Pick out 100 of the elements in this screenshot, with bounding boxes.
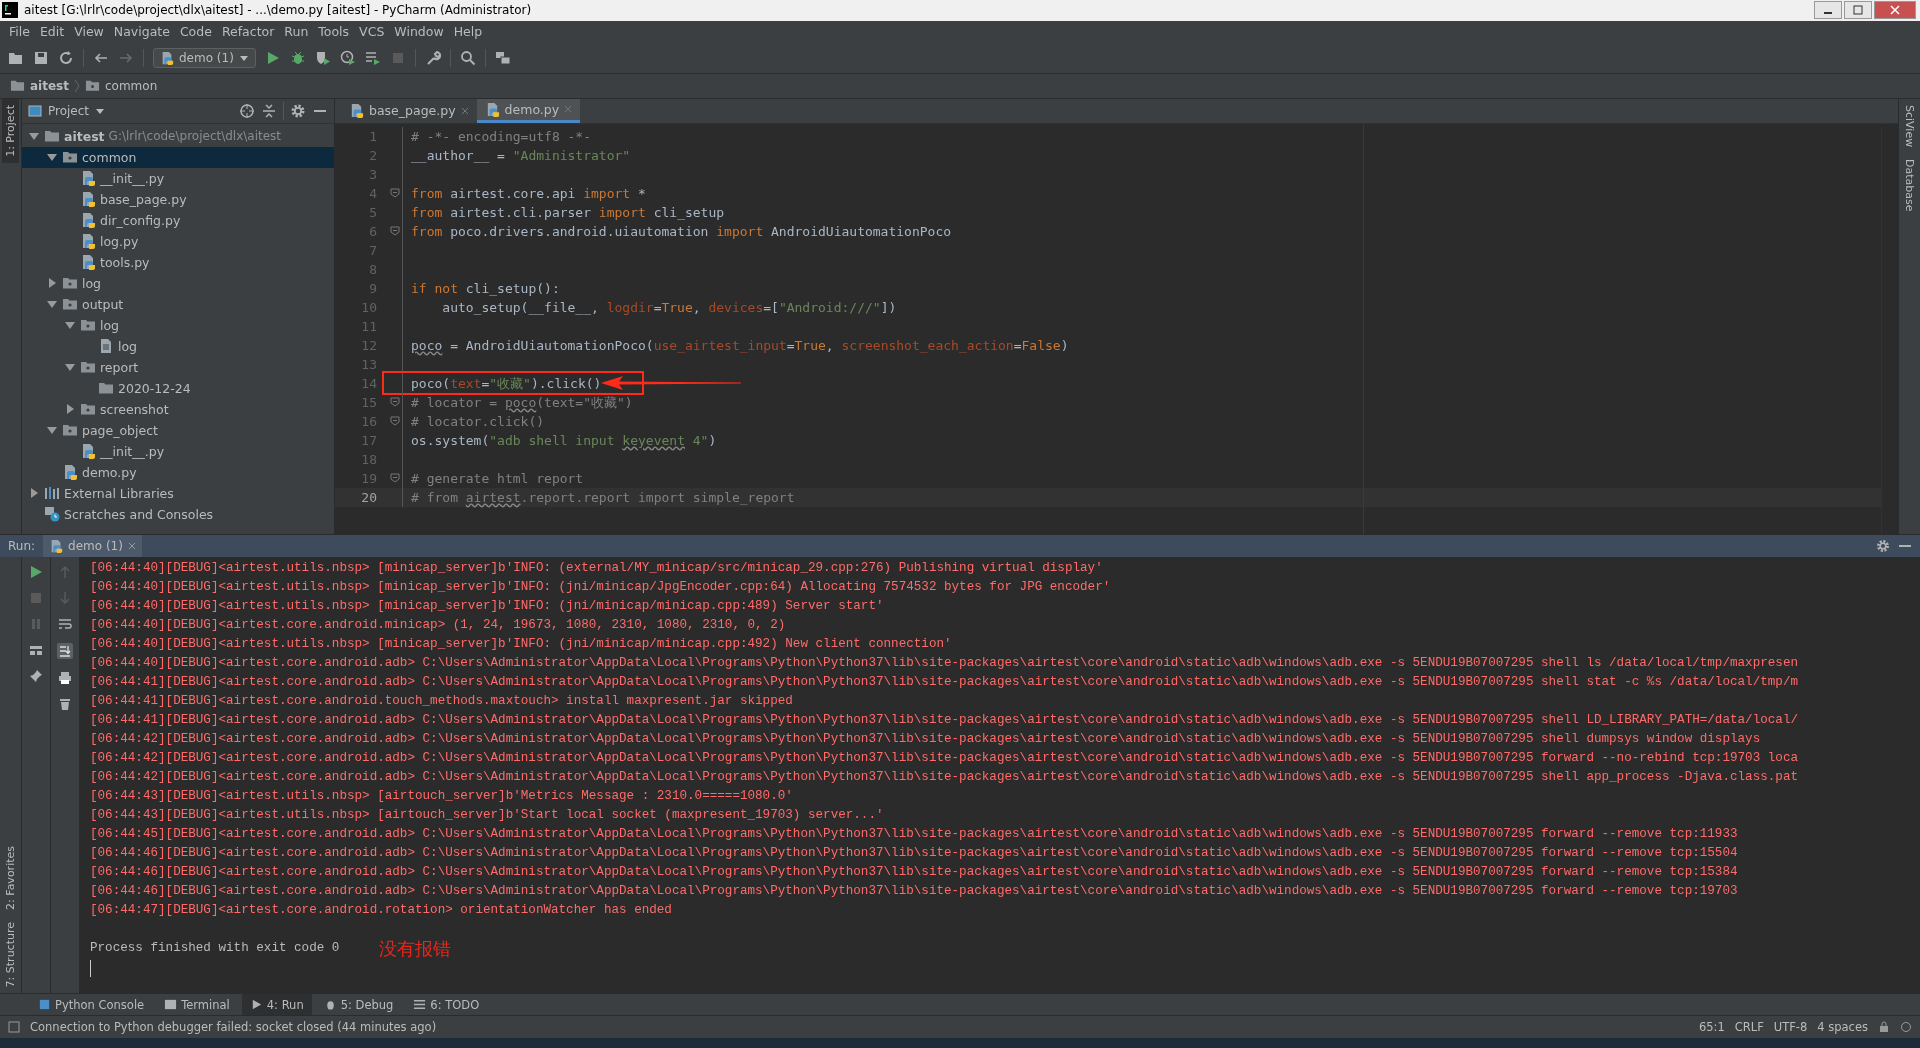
folder-icon bbox=[84, 78, 100, 94]
collapsed-arrow-icon[interactable] bbox=[28, 487, 40, 500]
search-icon[interactable] bbox=[459, 49, 476, 66]
tree-item[interactable]: report bbox=[22, 356, 334, 378]
tool-window-button[interactable]: Python Console bbox=[30, 994, 153, 1016]
rerun-icon[interactable] bbox=[29, 565, 43, 580]
close-icon[interactable] bbox=[127, 542, 136, 551]
folder-icon bbox=[62, 296, 78, 313]
print-icon[interactable] bbox=[58, 671, 72, 686]
editor-tab[interactable]: base_page.py bbox=[341, 98, 477, 123]
collapsed-arrow-icon[interactable] bbox=[64, 403, 76, 416]
tree-item[interactable]: log bbox=[22, 335, 334, 357]
line-number: 16 bbox=[360, 413, 377, 429]
status-item[interactable]: 4 spaces bbox=[1817, 1020, 1868, 1035]
layout-icon[interactable] bbox=[29, 643, 43, 658]
bug-icon[interactable] bbox=[289, 49, 306, 66]
scratch-icon bbox=[44, 506, 60, 523]
fold-marker-icon[interactable] bbox=[390, 416, 400, 427]
menu-item[interactable]: Edit bbox=[34, 24, 70, 40]
menu-item[interactable]: File bbox=[4, 24, 35, 40]
tree-item[interactable]: tools.py bbox=[22, 251, 334, 273]
tool-window-tab[interactable]: 7: Structure bbox=[2, 915, 19, 994]
settings-icon[interactable] bbox=[1876, 539, 1890, 554]
tool-window-button[interactable]: 6: TODO bbox=[405, 994, 488, 1016]
tree-item[interactable]: output bbox=[22, 293, 334, 315]
menu-item[interactable]: Tools bbox=[313, 24, 355, 40]
log-line: [06:44:42][DEBUG]<airtest.core.android.adb> C:\Users\Administrator\AppData\Local\Programs\Python\Python37\lib\site-packages\airtest\core\android\static\adb\windows\adb.exe -s 5ENDU19B07007295 shell app_process -Djava.class.pat bbox=[90, 769, 1799, 787]
menu-item[interactable]: VCS bbox=[354, 24, 390, 40]
menu-item[interactable]: Window bbox=[389, 24, 449, 40]
tool-window-button[interactable]: Terminal bbox=[156, 994, 238, 1016]
tree-item[interactable]: aitest G:\lrlr\code\project\dlx\aitest bbox=[22, 125, 334, 147]
run-tab[interactable]: demo (1) bbox=[43, 535, 142, 558]
status-item[interactable]: CRLF bbox=[1734, 1020, 1764, 1035]
lock-icon[interactable] bbox=[1878, 1021, 1890, 1034]
line-number: 3 bbox=[368, 166, 377, 182]
tree-item[interactable]: screenshot bbox=[22, 398, 334, 420]
tree-item[interactable]: log.py bbox=[22, 230, 334, 252]
menu-item[interactable]: Navigate bbox=[108, 24, 175, 40]
code-line: # locator.click() bbox=[410, 412, 545, 431]
menu-item[interactable]: Code bbox=[174, 24, 217, 40]
line-number: 2 bbox=[368, 147, 377, 163]
line-number: 6 bbox=[368, 223, 377, 239]
app-logo-icon bbox=[2, 2, 18, 19]
close-icon[interactable] bbox=[1874, 1, 1916, 20]
menu-item[interactable]: View bbox=[69, 24, 109, 40]
locate-icon[interactable] bbox=[239, 102, 255, 119]
breadcrumb-item[interactable]: aitest bbox=[10, 78, 69, 94]
menu-item[interactable]: Help bbox=[448, 24, 488, 40]
collapsed-arrow-icon[interactable] bbox=[46, 277, 58, 290]
project-view-dropdown[interactable]: Project bbox=[28, 103, 106, 118]
line-number: 18 bbox=[360, 451, 377, 467]
trash-icon[interactable] bbox=[58, 697, 72, 712]
tree-item[interactable]: __init__.py bbox=[22, 167, 334, 189]
fold-marker-icon[interactable] bbox=[390, 397, 400, 408]
scroll-to-end-icon[interactable] bbox=[57, 643, 73, 660]
window-title: aitest [G:\lrlr\code\project\dlx\aitest] - ...\demo.py [aitest] - PyCharm (Administrator) bbox=[24, 3, 533, 18]
settings-icon[interactable] bbox=[290, 102, 306, 119]
save-icon[interactable] bbox=[33, 49, 49, 66]
tool-window-tab[interactable]: SciView bbox=[1901, 98, 1918, 153]
tree-item[interactable]: Scratches and Consoles bbox=[22, 503, 334, 525]
menu-item[interactable]: Refactor bbox=[216, 24, 280, 40]
breadcrumb-item[interactable]: common bbox=[84, 78, 158, 94]
tool-window-tab[interactable]: 2: Favorites bbox=[2, 839, 19, 916]
tree-item[interactable]: common bbox=[22, 146, 334, 168]
tree-item[interactable]: log bbox=[22, 314, 334, 336]
editor-tab[interactable]: demo.py bbox=[476, 98, 581, 123]
tree-item[interactable]: log bbox=[22, 272, 334, 294]
shield-run-icon[interactable] bbox=[314, 49, 331, 66]
minimize-icon[interactable] bbox=[1814, 1, 1842, 20]
status-item[interactable]: UTF-8 bbox=[1773, 1020, 1808, 1035]
fold-marker-icon[interactable] bbox=[390, 226, 400, 237]
collapse-all-icon[interactable] bbox=[261, 102, 277, 119]
tree-item[interactable]: base_page.py bbox=[22, 188, 334, 210]
refresh-icon[interactable] bbox=[58, 49, 74, 66]
tree-item[interactable]: dir_config.py bbox=[22, 209, 334, 231]
log-line: [06:44:42][DEBUG]<airtest.core.android.adb> C:\Users\Administrator\AppData\Local\Programs\Python\Python37\lib\site-packages\airtest\core\android\static\adb\windows\adb.exe -s 5ENDU19B07007295 shell dumpsys window displays bbox=[90, 731, 1762, 749]
fold-marker-icon[interactable] bbox=[390, 473, 400, 484]
code-line: auto_setup(__file__, logdir=True, devices=["Android:///"]) bbox=[441, 298, 897, 317]
python-file-icon bbox=[62, 464, 78, 481]
tree-item[interactable]: External Libraries bbox=[22, 482, 334, 504]
clock-run-icon[interactable] bbox=[339, 49, 356, 66]
run-list-icon[interactable] bbox=[364, 49, 381, 66]
status-item[interactable]: 65:1 bbox=[1698, 1020, 1725, 1035]
tree-item[interactable]: page_object bbox=[22, 419, 334, 441]
code-line: os.system("adb shell input keyevent 4") bbox=[410, 431, 717, 450]
tool-window-tab[interactable]: Database bbox=[1901, 152, 1918, 218]
close-icon[interactable] bbox=[460, 106, 469, 115]
inspector-icon[interactable] bbox=[1900, 1021, 1912, 1034]
tree-item[interactable]: 2020-12-24 bbox=[22, 377, 334, 399]
tool-window-button[interactable]: 4: Run bbox=[241, 994, 312, 1016]
tree-item[interactable]: demo.py bbox=[22, 461, 334, 483]
soft-wrap-icon[interactable] bbox=[58, 617, 72, 632]
fold-marker-icon[interactable] bbox=[390, 188, 400, 199]
menu-item[interactable]: Run bbox=[279, 24, 314, 40]
run-config-dropdown[interactable]: demo (1) bbox=[153, 47, 256, 68]
line-number: 14 bbox=[360, 375, 377, 391]
tree-item[interactable]: __init__.py bbox=[22, 440, 334, 462]
windows-stack-icon[interactable] bbox=[494, 49, 511, 66]
tool-window-tab[interactable]: 1: Project bbox=[2, 98, 19, 163]
tool-window-button[interactable]: 5: Debug bbox=[315, 994, 402, 1016]
